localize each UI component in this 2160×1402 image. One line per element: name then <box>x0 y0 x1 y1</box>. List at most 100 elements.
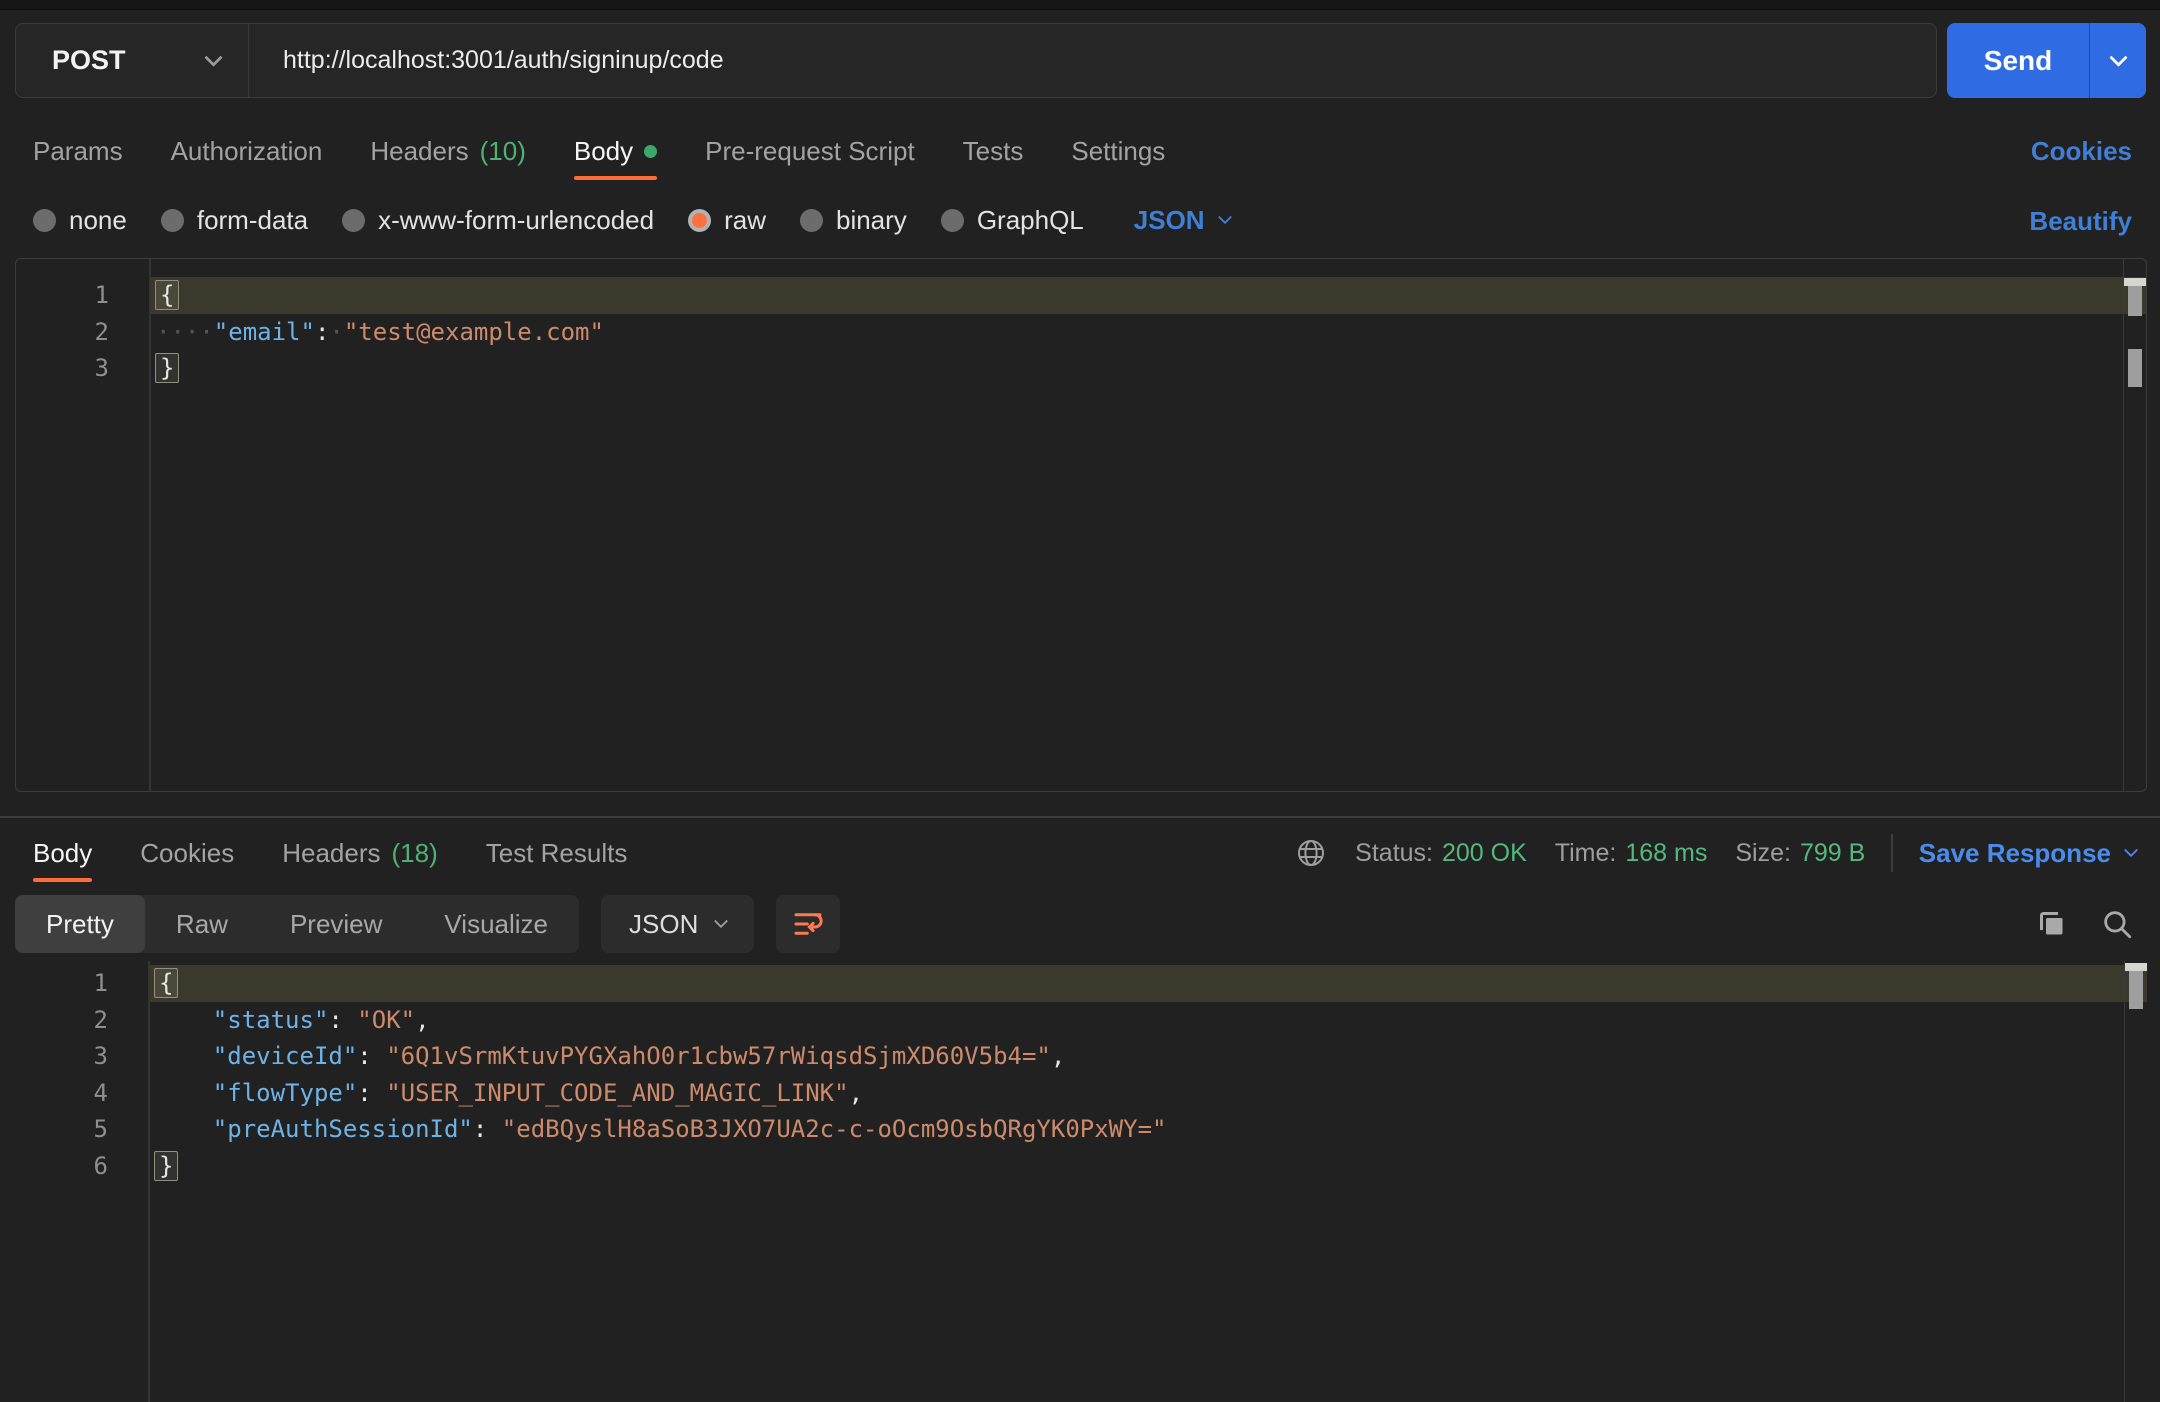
code-token-match: { <box>155 280 179 310</box>
code-token-pun: : <box>357 1042 386 1070</box>
tab-label: Body <box>33 838 92 869</box>
request-tab-pre-request-script[interactable]: Pre-request Script <box>705 122 915 180</box>
code-token-str: "OK" <box>357 1006 415 1034</box>
code-line-content[interactable]: { <box>149 277 2146 314</box>
method-dropdown[interactable]: POST <box>16 24 249 97</box>
copy-response-button[interactable] <box>2034 906 2070 942</box>
beautify-link[interactable]: Beautify <box>2029 192 2132 250</box>
radio-icon <box>33 209 56 232</box>
request-url-bar: POST <box>15 23 1937 98</box>
response-view-switcher: PrettyRawPreviewVisualize <box>15 895 579 953</box>
line-number: 1 <box>15 965 148 1002</box>
save-response-button[interactable]: Save Response <box>1919 838 2136 869</box>
response-tab-body[interactable]: Body <box>33 824 92 882</box>
cookies-link-label: Cookies <box>2031 136 2132 167</box>
code-token-match: } <box>155 353 179 383</box>
code-token-key: "preAuthSessionId" <box>213 1115 473 1143</box>
send-button[interactable]: Send <box>1947 23 2146 98</box>
scrollbar-cap <box>2124 278 2146 286</box>
scrollbar-cap <box>2125 963 2147 971</box>
meta-divider <box>1891 834 1893 872</box>
body-mode-label: none <box>69 205 127 236</box>
request-tab-authorization[interactable]: Authorization <box>171 122 323 180</box>
tab-label: Settings <box>1071 136 1165 167</box>
request-tab-settings[interactable]: Settings <box>1071 122 1165 180</box>
code-token-match: } <box>154 1151 178 1181</box>
request-response-divider <box>0 816 2160 818</box>
code-line-content[interactable]: "deviceId": "6Q1vSrmKtuvPYGXahO0r1cbw57r… <box>148 1038 2147 1075</box>
status-value: 200 OK <box>1442 839 1527 868</box>
network-info-button[interactable] <box>1295 837 1327 869</box>
body-mode-form-data[interactable]: form-data <box>161 205 308 236</box>
size-value: 799 B <box>1800 839 1865 868</box>
wrap-lines-button[interactable] <box>776 895 840 953</box>
body-mode-none[interactable]: none <box>33 205 127 236</box>
body-has-content-dot <box>644 145 657 158</box>
request-tab-params[interactable]: Params <box>33 122 123 180</box>
request-tab-body[interactable]: Body <box>574 122 657 180</box>
tab-label: Cookies <box>140 838 234 869</box>
body-mode-graphql[interactable]: GraphQL <box>941 205 1084 236</box>
code-line-content[interactable]: } <box>148 1148 2147 1185</box>
response-language-dropdown[interactable]: JSON <box>601 895 754 953</box>
code-token-str: "edBQyslH8aSoB3JXO7UA2c-c-oOcm9OsbQRgYK0… <box>502 1115 1167 1143</box>
code-line-1: 1{ <box>15 965 2147 1002</box>
code-line-2: 2····"email":·"test@example.com" <box>16 314 2146 351</box>
scrollbar-thumb[interactable] <box>2129 971 2143 1009</box>
send-label: Send <box>1984 45 2052 77</box>
request-editor-scrollbar <box>2123 259 2146 791</box>
scrollbar-thumb[interactable] <box>2128 286 2142 316</box>
body-mode-binary[interactable]: binary <box>800 205 907 236</box>
response-tab-headers[interactable]: Headers(18) <box>282 824 438 882</box>
tab-label: Test Results <box>486 838 628 869</box>
request-language-label: JSON <box>1134 205 1205 236</box>
request-tab-tests[interactable]: Tests <box>963 122 1024 180</box>
method-label: POST <box>52 45 126 76</box>
code-token-key: "email" <box>214 318 315 346</box>
tab-label: Params <box>33 136 123 167</box>
view-mode-visualize[interactable]: Visualize <box>413 895 579 953</box>
tab-label: Tests <box>963 136 1024 167</box>
response-tab-test-results[interactable]: Test Results <box>486 824 628 882</box>
code-token-key: "flowType" <box>213 1079 358 1107</box>
response-tab-cookies[interactable]: Cookies <box>140 824 234 882</box>
code-line-content[interactable]: { <box>148 965 2147 1002</box>
chevron-down-icon <box>714 914 728 928</box>
url-input[interactable] <box>249 24 1936 97</box>
code-line-content[interactable]: "preAuthSessionId": "edBQyslH8aSoB3JXO7U… <box>148 1111 2147 1148</box>
tab-count-badge: (18) <box>391 838 437 869</box>
line-number: 5 <box>15 1111 148 1148</box>
code-line-content[interactable]: "flowType": "USER_INPUT_CODE_AND_MAGIC_L… <box>148 1075 2147 1112</box>
code-line-2: 2 "status": "OK", <box>15 1002 2147 1039</box>
active-tab-underline <box>574 176 657 180</box>
cookies-link[interactable]: Cookies <box>2031 122 2132 180</box>
request-language-dropdown[interactable]: JSON <box>1134 205 1230 236</box>
code-line-content[interactable]: } <box>149 350 2146 387</box>
code-token-ws <box>155 1079 213 1107</box>
code-line-content[interactable]: "status": "OK", <box>148 1002 2147 1039</box>
response-toolbar: PrettyRawPreviewVisualize JSON <box>15 895 840 953</box>
search-response-button[interactable] <box>2100 907 2134 941</box>
view-mode-pretty[interactable]: Pretty <box>15 895 145 953</box>
globe-icon <box>1295 837 1327 869</box>
line-number: 2 <box>16 314 149 351</box>
request-code-area[interactable]: 1{2····"email":·"test@example.com"3} <box>16 259 2146 387</box>
view-mode-raw[interactable]: Raw <box>145 895 259 953</box>
code-line-1: 1{ <box>16 277 2146 314</box>
body-mode-label: binary <box>836 205 907 236</box>
code-token-pun: : <box>315 318 329 346</box>
tab-count-badge: (10) <box>480 136 526 167</box>
code-line-5: 5 "preAuthSessionId": "edBQyslH8aSoB3JXO… <box>15 1111 2147 1148</box>
view-mode-preview[interactable]: Preview <box>259 895 413 953</box>
code-line-content[interactable]: ····"email":·"test@example.com" <box>149 314 2146 351</box>
request-body-editor[interactable]: 1{2····"email":·"test@example.com"3} <box>15 258 2147 792</box>
time-field: Time: 168 ms <box>1555 839 1708 868</box>
send-options-button[interactable] <box>2090 23 2146 98</box>
request-tab-headers[interactable]: Headers(10) <box>370 122 526 180</box>
send-button-main[interactable]: Send <box>1947 23 2090 98</box>
body-mode-x-www-form-urlencoded[interactable]: x-www-form-urlencoded <box>342 205 654 236</box>
response-code-area[interactable]: 1{2 "status": "OK",3 "deviceId": "6Q1vSr… <box>15 961 2147 1184</box>
code-token-ws: ···· <box>156 318 214 346</box>
body-mode-raw[interactable]: raw <box>688 205 766 236</box>
response-body-editor[interactable]: 1{2 "status": "OK",3 "deviceId": "6Q1vSr… <box>15 961 2147 1402</box>
